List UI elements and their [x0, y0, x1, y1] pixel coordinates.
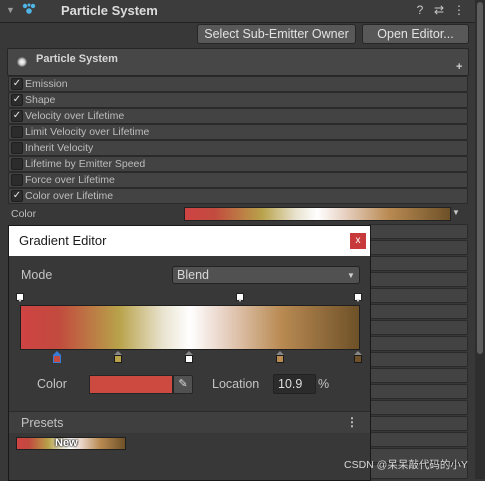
select-sub-emitter-owner-button[interactable]: Select Sub-Emitter Owner — [197, 24, 356, 44]
location-value: 10.9 — [278, 377, 303, 391]
module-toggle-checkbox[interactable]: ✓ — [11, 190, 23, 202]
alpha-key-marker[interactable] — [16, 293, 24, 303]
module-row[interactable]: Limit Velocity over Lifetime — [8, 124, 468, 140]
color-key-marker[interactable] — [276, 351, 285, 363]
preset-swatch[interactable]: New — [16, 437, 126, 450]
particle-system-main-module[interactable]: Particle System + — [7, 48, 469, 76]
module-label: Color over Lifetime — [25, 190, 114, 202]
color-key-marker[interactable] — [52, 351, 61, 363]
color-key-marker[interactable] — [354, 351, 362, 363]
gradient-editor-titlebar: Gradient Editor x — [9, 226, 370, 256]
gradient-editor-title: Gradient Editor — [19, 233, 107, 248]
module-row-background — [368, 320, 468, 335]
module-row-background — [368, 368, 468, 383]
color-swatch-field[interactable] — [89, 375, 173, 394]
module-row[interactable]: ✓ Color over Lifetime — [8, 188, 468, 204]
module-row-background — [368, 288, 468, 303]
color-key-marker[interactable] — [185, 351, 193, 363]
module-toggle-checkbox[interactable] — [11, 174, 23, 186]
gradient-dropdown-arrow-icon[interactable]: ▼ — [452, 208, 460, 217]
module-row-background — [368, 416, 468, 431]
help-icon[interactable]: ? — [413, 3, 427, 17]
percent-label: % — [318, 377, 330, 391]
module-row-background — [368, 272, 468, 287]
color-label: Color — [37, 377, 67, 391]
alpha-key-marker[interactable] — [235, 293, 244, 303]
module-label: Lifetime by Emitter Speed — [25, 158, 146, 170]
module-label: Velocity over Lifetime — [25, 110, 125, 122]
foldout-arrow-icon[interactable]: ▼ — [6, 5, 15, 15]
watermark-text: CSDN @呆呆敲代码的小Y — [344, 459, 468, 471]
module-toggle-checkbox[interactable]: ✓ — [11, 110, 23, 122]
preset-name: New — [55, 437, 78, 449]
module-label: Force over Lifetime — [25, 174, 115, 186]
presets-label: Presets — [21, 416, 64, 430]
location-input[interactable]: 10.9 — [273, 374, 316, 394]
module-toggle-checkbox[interactable]: ✓ — [11, 94, 23, 106]
module-row-background — [368, 336, 468, 351]
module-row[interactable]: Force over Lifetime — [8, 172, 468, 188]
module-toggle-checkbox[interactable] — [11, 158, 23, 170]
module-toggle-checkbox[interactable]: ✓ — [11, 78, 23, 90]
close-button[interactable]: x — [350, 233, 366, 249]
gradient-editor-window: Gradient Editor x Mode Blend ▼ Color ✎ L… — [8, 225, 371, 481]
module-row-background — [368, 224, 468, 239]
component-title: Particle System — [61, 3, 158, 18]
module-toggle-checkbox[interactable] — [11, 142, 23, 154]
presets-menu-icon[interactable]: ⋮ — [346, 415, 358, 429]
eyedropper-icon[interactable]: ✎ — [173, 375, 193, 394]
color-field-label: Color — [11, 208, 37, 220]
module-row[interactable]: Lifetime by Emitter Speed — [8, 156, 468, 172]
inspector-header: ▼ Particle System ? ⇄ ⋮ — [0, 0, 475, 23]
gradient-preview[interactable] — [20, 305, 360, 350]
module-row[interactable]: Inherit Velocity — [8, 140, 468, 156]
color-gradient-field[interactable] — [184, 207, 451, 221]
module-row-background — [368, 352, 468, 367]
module-label: Shape — [25, 94, 56, 106]
alpha-key-marker[interactable] — [354, 293, 362, 303]
module-row-background — [368, 432, 468, 447]
open-editor-button[interactable]: Open Editor... — [362, 24, 469, 44]
module-row[interactable]: ✓ Shape — [8, 92, 468, 108]
module-label: Emission — [25, 78, 68, 90]
module-row-background — [368, 384, 468, 399]
module-row-background — [368, 240, 468, 255]
more-options-icon[interactable]: ⋮ — [452, 3, 466, 17]
scrollbar-thumb[interactable] — [477, 2, 483, 354]
add-module-icon[interactable]: + — [456, 61, 462, 73]
chevron-down-icon: ▼ — [347, 271, 355, 280]
inspector-scrollbar[interactable] — [475, 0, 485, 479]
mode-label: Mode — [21, 268, 53, 282]
module-row-background — [368, 400, 468, 415]
location-label: Location — [212, 377, 260, 391]
particle-system-icon — [22, 3, 36, 14]
settings-sliders-icon[interactable]: ⇄ — [432, 3, 446, 17]
particle-system-name: Particle System — [36, 53, 118, 65]
mode-dropdown[interactable]: Blend ▼ — [172, 266, 360, 284]
module-label: Limit Velocity over Lifetime — [25, 126, 150, 138]
module-row-background — [368, 304, 468, 319]
module-label: Inherit Velocity — [25, 142, 94, 154]
presets-header: Presets ⋮ — [9, 411, 370, 433]
module-row[interactable]: ✓ Emission — [8, 76, 468, 92]
color-key-marker[interactable] — [114, 351, 123, 363]
mode-value: Blend — [177, 268, 209, 282]
module-row-background — [368, 256, 468, 271]
particle-preview-icon — [17, 57, 27, 67]
module-row[interactable]: ✓ Velocity over Lifetime — [8, 108, 468, 124]
module-toggle-checkbox[interactable] — [11, 126, 23, 138]
